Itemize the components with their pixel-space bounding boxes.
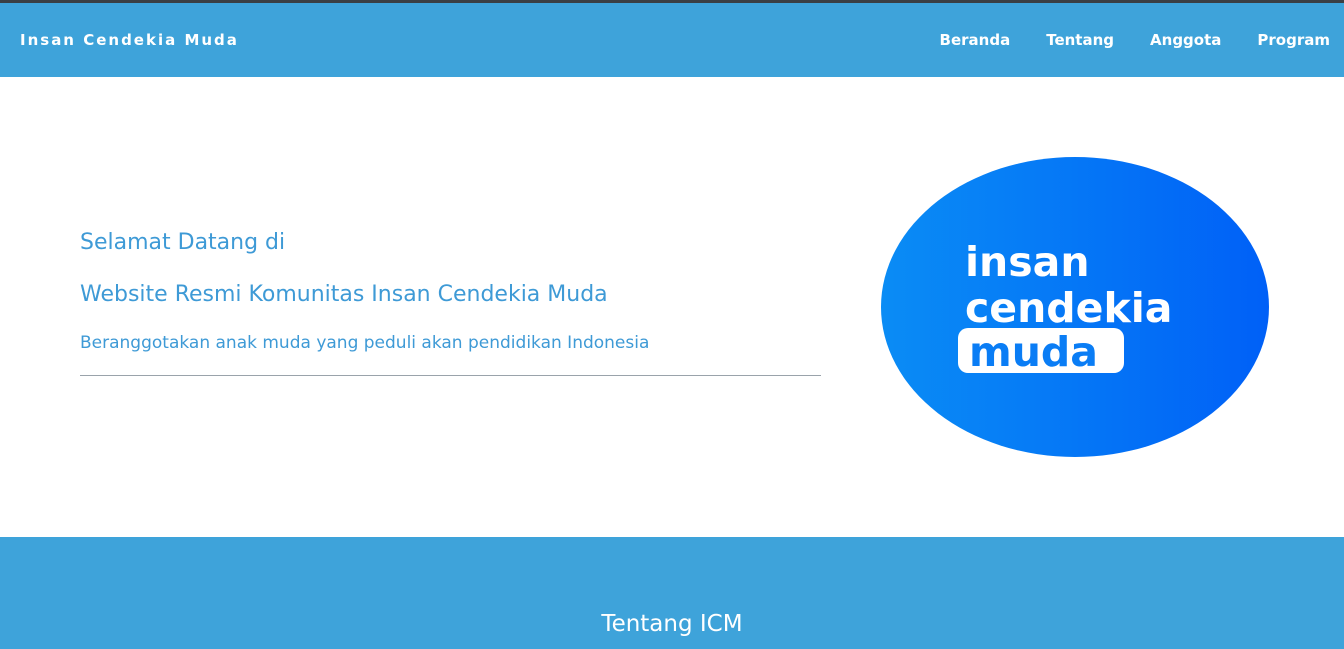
icm-logo-graphic: insan cendekia muda xyxy=(958,238,1172,376)
nav-link-anggota[interactable]: Anggota xyxy=(1150,30,1221,50)
navbar: Insan Cendekia Muda Beranda Tentang Angg… xyxy=(0,3,1344,77)
icm-logo: insan cendekia muda xyxy=(881,157,1269,457)
hero-title-line-2: Website Resmi Komunitas Insan Cendekia M… xyxy=(80,282,608,307)
logo-word-muda: muda xyxy=(969,328,1098,376)
nav-link-tentang[interactable]: Tentang xyxy=(1046,30,1114,50)
nav-link-program[interactable]: Program xyxy=(1257,30,1330,50)
hero-subtitle: Beranggotakan anak muda yang peduli akan… xyxy=(80,333,650,353)
brand-link[interactable]: Insan Cendekia Muda xyxy=(20,31,239,49)
about-title: Tentang ICM xyxy=(601,611,743,637)
logo-word-insan: insan xyxy=(965,238,1090,286)
nav-link-beranda[interactable]: Beranda xyxy=(940,30,1011,50)
hero-section: Selamat Datang di Website Resmi Komunita… xyxy=(0,77,1344,537)
about-section: Tentang ICM xyxy=(0,537,1344,649)
nav-links: Beranda Tentang Anggota Program xyxy=(904,30,1330,50)
hero-divider xyxy=(80,375,821,376)
logo-word-cendekia: cendekia xyxy=(965,284,1172,332)
hero-title-line-1: Selamat Datang di xyxy=(80,230,286,255)
